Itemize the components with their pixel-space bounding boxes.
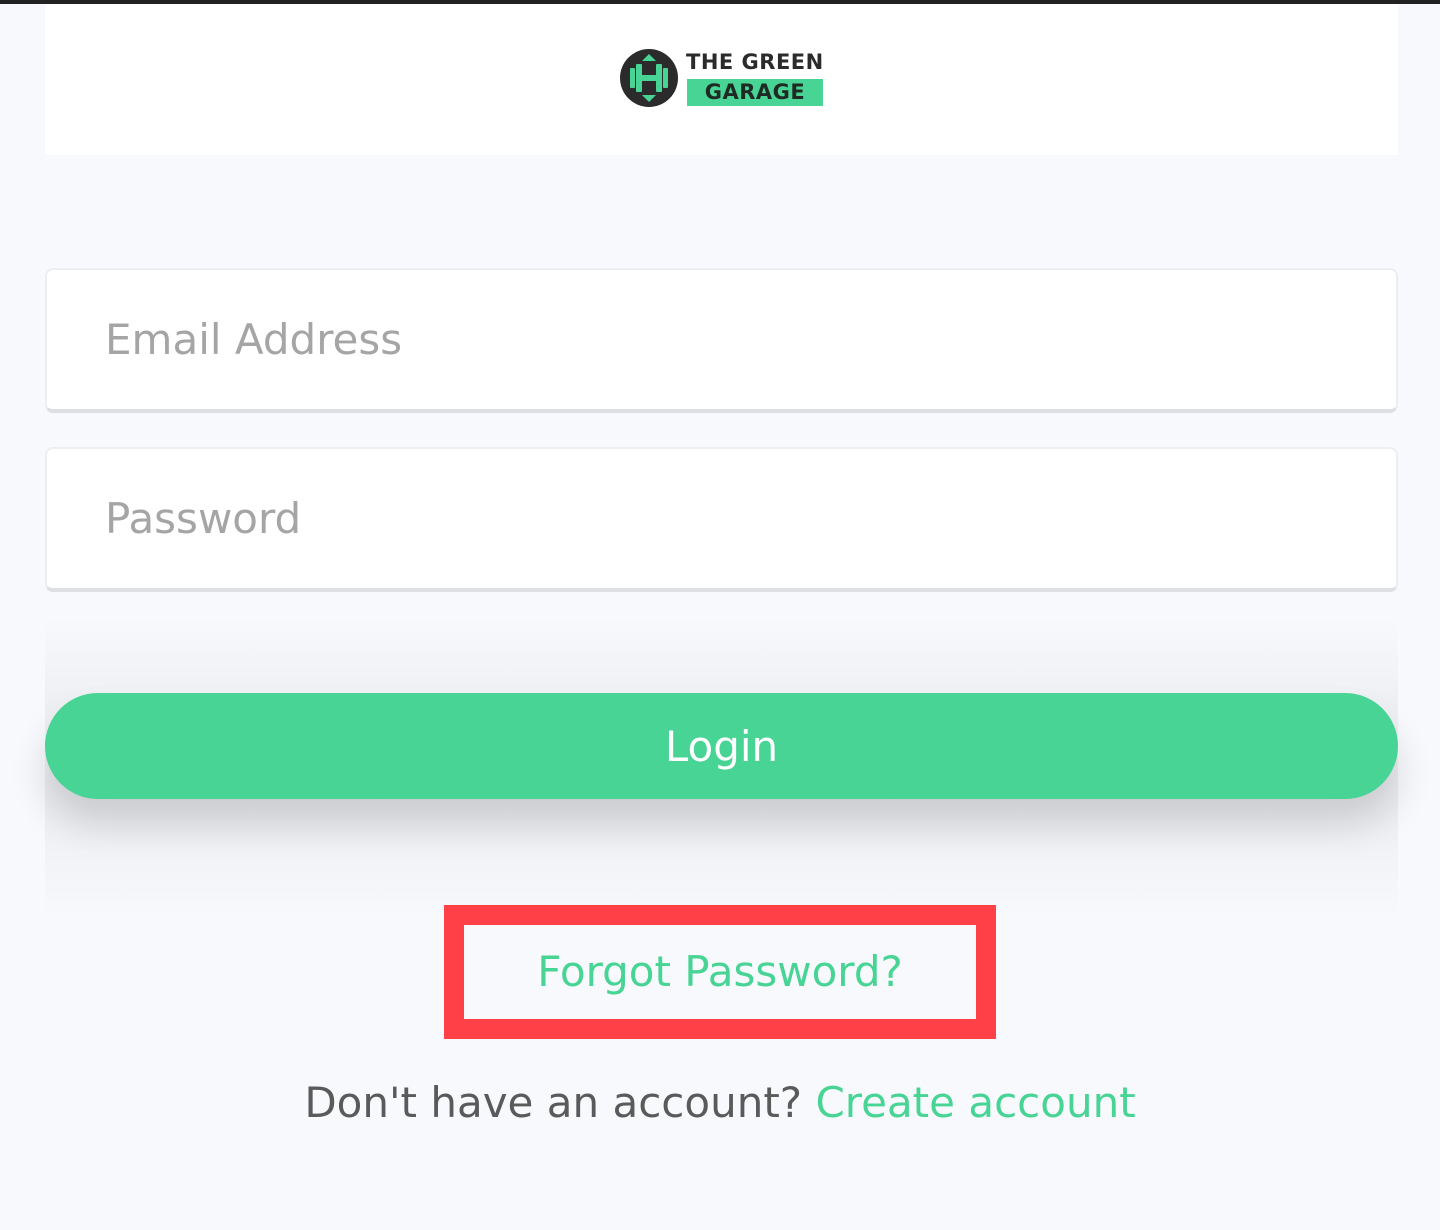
- brand-name-line2: GARAGE: [687, 79, 823, 106]
- forgot-password-link[interactable]: Forgot Password?: [464, 925, 976, 1019]
- brand-name-line1: THE GREEN: [686, 50, 824, 74]
- brand-logo: THE GREEN GARAGE: [619, 48, 829, 110]
- login-button[interactable]: Login: [45, 693, 1398, 799]
- create-account-link[interactable]: Create account: [815, 1078, 1135, 1127]
- signup-prompt: Don't have an account?: [304, 1078, 803, 1127]
- password-field-container: [45, 447, 1398, 592]
- dumbbell-icon: [620, 49, 678, 107]
- signup-row: Don't have an account? Create account: [0, 1078, 1440, 1127]
- email-field-container: [45, 268, 1398, 413]
- header: THE GREEN GARAGE: [45, 4, 1398, 155]
- email-input[interactable]: [105, 270, 1355, 409]
- password-input[interactable]: [105, 449, 1355, 588]
